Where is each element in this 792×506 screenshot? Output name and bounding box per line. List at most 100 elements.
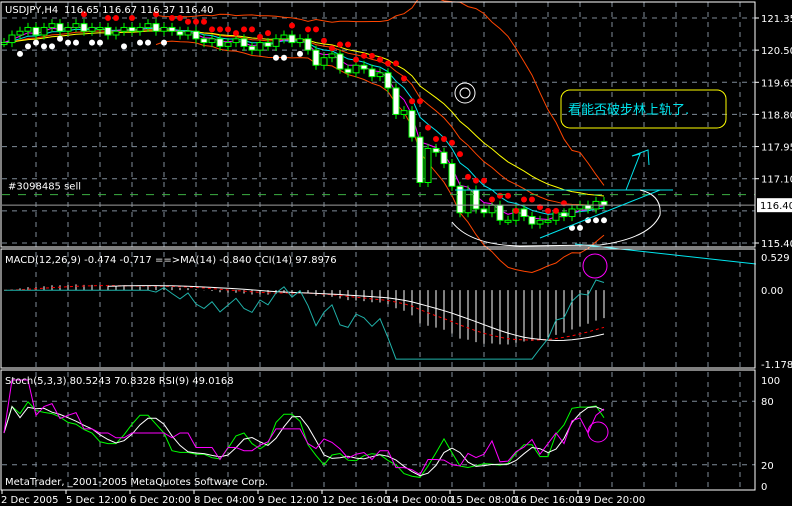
candle-body	[208, 38, 216, 44]
x-tick-label: 8 Dec 04:00	[194, 495, 255, 506]
sar-dot	[209, 26, 215, 33]
sar-dot	[377, 56, 383, 63]
circle-annotation-macd	[582, 253, 608, 279]
candle-body	[72, 23, 80, 28]
candle-body	[120, 26, 128, 32]
candle-body	[424, 147, 432, 183]
sar-dot	[257, 33, 263, 40]
candle-body	[496, 204, 504, 221]
candle-body	[104, 26, 112, 36]
sar-dot	[233, 30, 239, 37]
y-tick-label: 118.80	[761, 110, 792, 121]
candle-body	[600, 200, 608, 206]
candle-body	[168, 26, 176, 32]
candle-body	[448, 163, 456, 187]
x-tick-label: 2 Dec 2005	[1, 495, 59, 506]
arrow-annotation	[625, 149, 650, 191]
candle-body	[80, 23, 88, 32]
stoch-y-tick-label: 80	[761, 397, 774, 408]
sar-dot	[17, 50, 23, 57]
candle-body	[560, 212, 568, 218]
stoch-label: Stoch(5,3,3) 80.5243 70.8328 RSI(9) 49.0…	[5, 376, 234, 387]
candle-body	[48, 23, 56, 28]
sar-dot	[417, 98, 423, 105]
sar-dot	[185, 18, 191, 25]
sar-dot	[305, 26, 311, 33]
sar-dot	[353, 56, 359, 63]
candle-body	[336, 53, 344, 70]
candle-body	[552, 212, 560, 221]
sar-dot	[217, 26, 223, 33]
candle-body	[392, 87, 400, 115]
candle-body	[400, 110, 408, 115]
circle-annotation	[454, 82, 476, 104]
sar-dot	[433, 136, 439, 143]
sar-dot	[121, 43, 127, 50]
stoch-d-line	[3, 405, 605, 477]
candle-body	[472, 189, 480, 210]
sar-dot	[369, 52, 375, 59]
candle-body	[216, 38, 224, 47]
stoch-y-tick-label: 20	[761, 461, 774, 472]
candle-body	[144, 23, 152, 28]
sar-dot	[489, 196, 495, 203]
candle-body	[192, 30, 200, 40]
candle-body	[160, 26, 168, 32]
candle-body	[256, 42, 264, 51]
candle-body	[328, 53, 336, 59]
cci-line	[4, 279, 605, 360]
candle-body	[368, 68, 376, 78]
candle-body	[440, 151, 448, 165]
candle-body	[240, 38, 248, 47]
candle-body	[264, 42, 272, 47]
ma-line-magenta	[3, 26, 605, 221]
sar-dot	[441, 136, 447, 143]
candle-body	[416, 136, 424, 183]
candle-body	[280, 34, 288, 40]
sar-dot	[33, 39, 39, 46]
sar-dot	[513, 207, 519, 214]
candle-body	[488, 204, 496, 214]
candle-body	[384, 72, 392, 89]
macd-label: MACD(12,26,9) -0.474 -0.717 ==>MA(14) -0…	[5, 255, 337, 266]
candle-body	[200, 38, 208, 44]
sar-dot	[313, 26, 319, 33]
candle-body	[504, 219, 512, 223]
sar-dot	[49, 43, 55, 50]
candle-body	[136, 26, 144, 32]
copyright-text: MetaTrader, _2001-2005 MetaQuotes Softwa…	[5, 477, 268, 488]
candle-body	[344, 68, 352, 74]
sar-dot	[545, 207, 551, 214]
sar-dot	[457, 151, 463, 158]
candle-body	[408, 110, 416, 138]
ma-line-yellow	[3, 30, 605, 197]
sar-dot	[601, 217, 607, 224]
sar-dot	[273, 54, 279, 61]
y-tick-label: 120.50	[761, 46, 792, 57]
candle-body	[112, 30, 120, 36]
x-tick-label: 5 Dec 12:00	[66, 495, 127, 506]
x-tick-label: 19 Dec 20:00	[578, 495, 645, 506]
panel-frame	[0, 248, 756, 369]
candle-body	[24, 26, 32, 32]
panel-frame	[0, 369, 756, 491]
candle-body	[248, 45, 256, 51]
stoch-y-tick-label: 100	[761, 376, 780, 387]
sar-dot	[281, 54, 287, 61]
candle-body	[360, 64, 368, 70]
x-tick-label: 14 Dec 00:00	[386, 495, 453, 506]
sar-dot	[393, 60, 399, 67]
sar-dot	[265, 30, 271, 37]
candle-body	[16, 30, 24, 36]
bollinger-upper-line	[155, 0, 605, 186]
sar-dot	[25, 43, 31, 50]
x-tick-label: 9 Dec 12:00	[258, 495, 319, 506]
candle-body	[576, 204, 584, 210]
sar-dot	[521, 196, 527, 203]
candle-body	[544, 219, 552, 223]
sar-dot	[201, 18, 207, 25]
sar-dot	[409, 98, 415, 105]
circle-annotation-stoch	[587, 421, 609, 443]
sar-dot	[553, 207, 559, 214]
candle-body	[0, 42, 8, 46]
